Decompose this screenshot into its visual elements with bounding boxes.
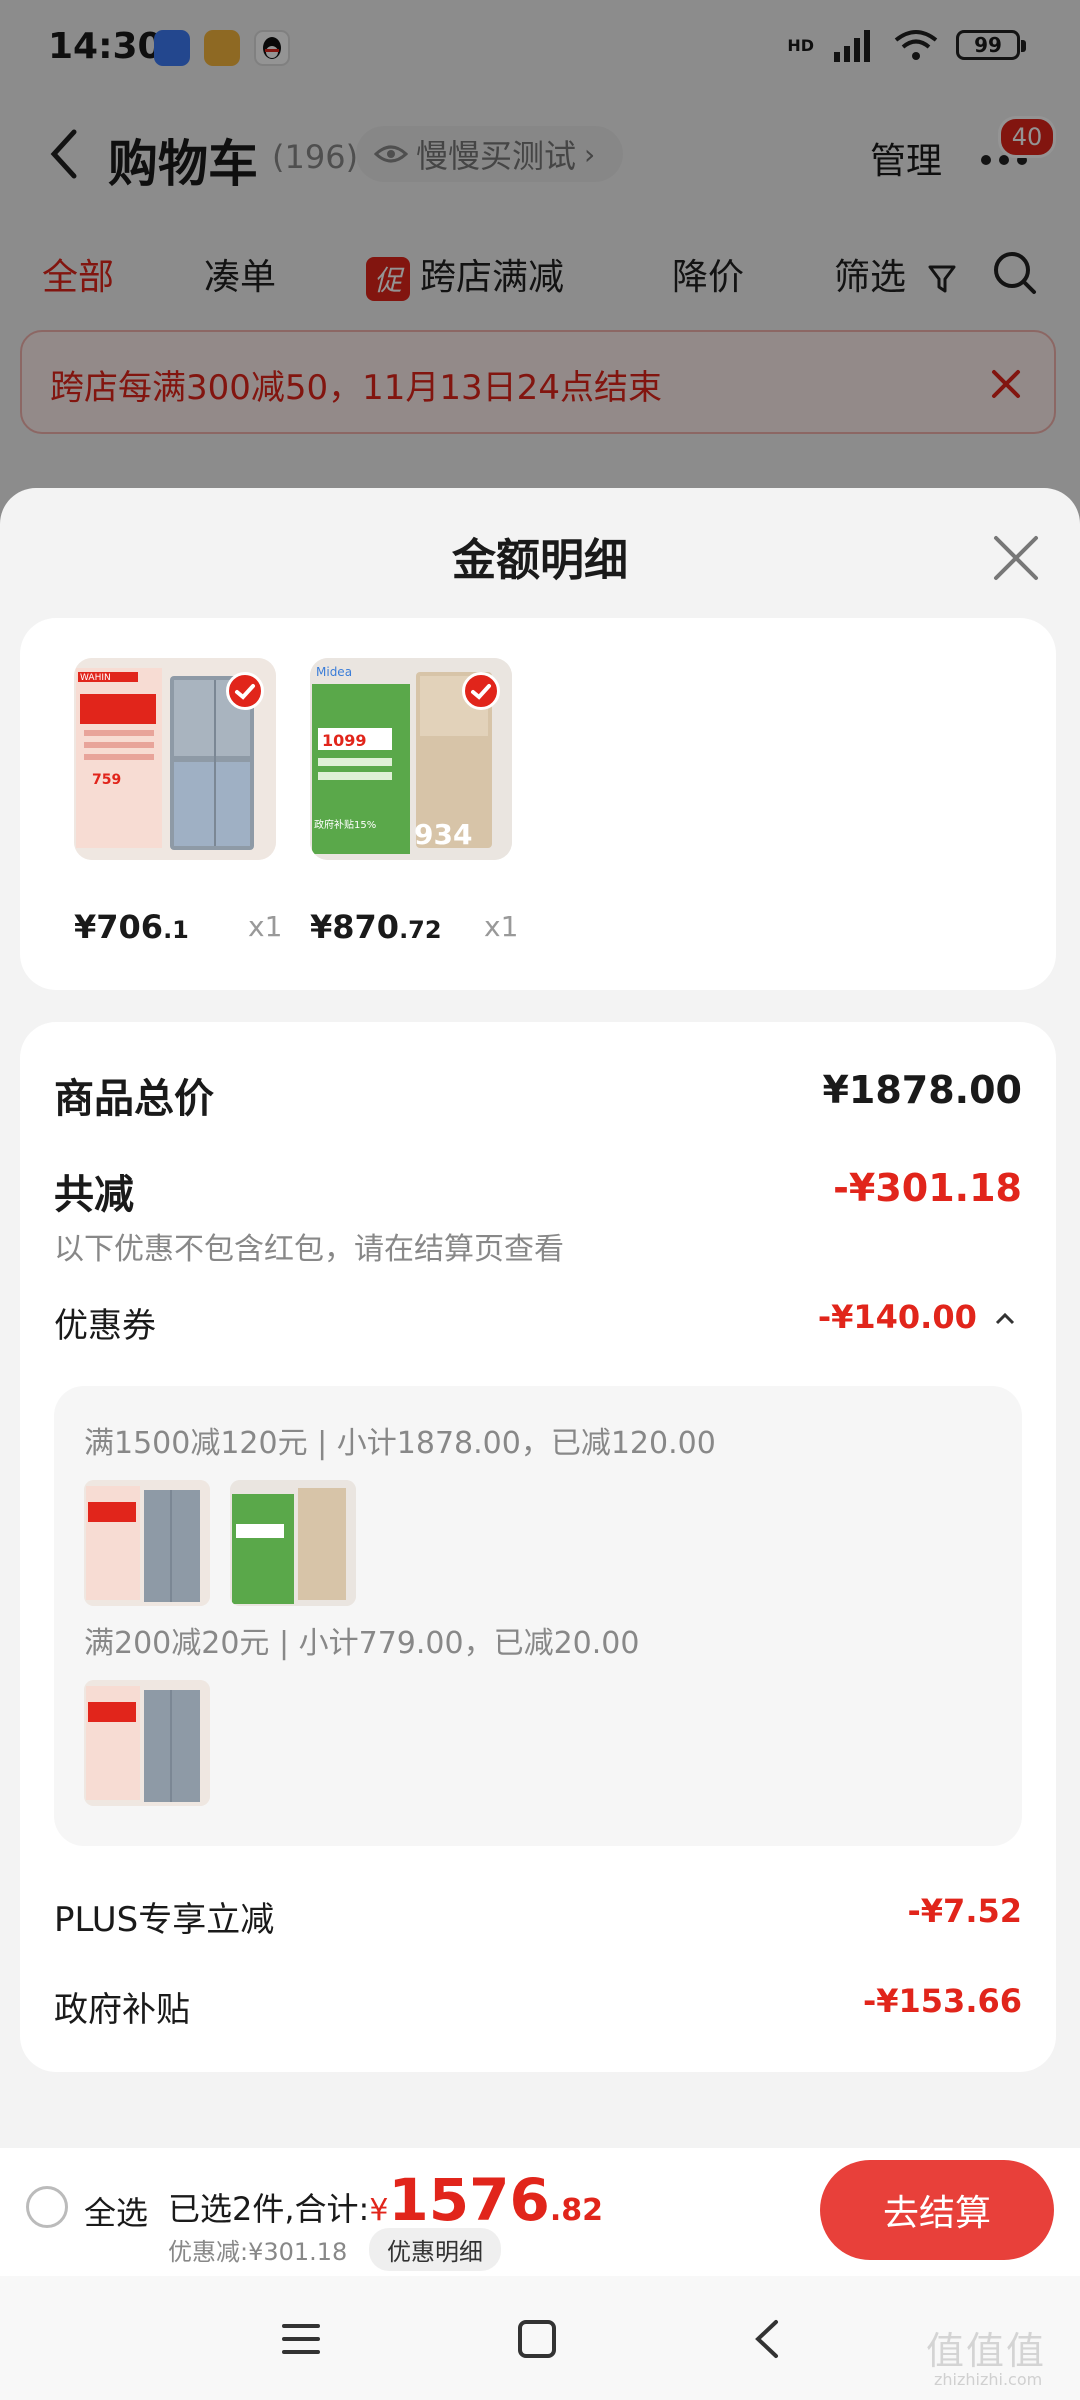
product-brand-label: Midea (316, 665, 352, 679)
total-amount-integer: 1576 (388, 2166, 550, 2234)
sheet-title: 金额明细 (452, 535, 628, 586)
coupon-value-toggle[interactable]: -¥140.00 (818, 1298, 1016, 1336)
watermark-url: zhizhizhi.com (934, 2370, 1043, 2389)
coupon-label: 优惠券 (54, 1306, 156, 1346)
close-icon[interactable] (990, 532, 1042, 584)
select-all-label[interactable]: 全选 (84, 2188, 148, 2234)
coupon-value: -¥140.00 (817, 1298, 977, 1336)
coupon-product-thumb (230, 1480, 356, 1606)
product-brand-label: WAHIN (80, 673, 111, 683)
selected-count-text: 已选2件,合计: (168, 2190, 370, 2228)
menu-icon[interactable] (276, 2316, 326, 2362)
product-quantity: x1 (248, 910, 283, 943)
total-price-value: ¥1878.00 (822, 1068, 1022, 1112)
discount-total-label: 共减 (54, 1172, 134, 1218)
gov-subsidy-label: 政府补贴 (54, 1990, 190, 2030)
coupon-details: 满1500减120元 | 小计1878.00，已减120.00 满200减20元… (54, 1386, 1022, 1846)
plus-discount-value: -¥7.52 (907, 1892, 1023, 1930)
selected-summary: 已选2件,合计:¥1576.82 (168, 2166, 603, 2234)
gov-subsidy-value: -¥153.66 (862, 1982, 1022, 2020)
product-price-main: ¥870 (310, 908, 400, 946)
checkout-bar: 全选 已选2件,合计:¥1576.82 优惠减:¥301.18 优惠明细 去结算 (0, 2148, 1080, 2276)
checkout-button[interactable]: 去结算 (820, 2160, 1054, 2260)
coupon-product-thumb (84, 1680, 210, 1806)
product-price-decimal: .72 (399, 916, 442, 944)
fridge-thumbnail (230, 1480, 356, 1606)
fridge-thumbnail (84, 1680, 210, 1806)
thumb-wahin-price: 759 (92, 772, 121, 788)
thumb-midea-subsidy: 政府补贴15% (314, 818, 376, 831)
product-price: ¥870.72 (310, 908, 442, 946)
product-quantity: x1 (484, 910, 519, 943)
back-icon[interactable] (744, 2316, 794, 2362)
thumb-midea-promo: 1099 (322, 731, 367, 750)
thumb-midea-price: 934 (414, 818, 472, 851)
discount-total-value: -¥301.18 (833, 1166, 1022, 1210)
discount-line: 优惠减:¥301.18 优惠明细 (168, 2228, 501, 2271)
coupon-rule: 满200减20元 | 小计779.00，已减20.00 (84, 1626, 640, 1661)
discount-detail-button[interactable]: 优惠明细 (368, 2228, 501, 2271)
fridge-thumbnail (84, 1480, 210, 1606)
product-image-midea[interactable]: Midea 1099 政府补贴15% 934 (310, 658, 512, 860)
total-amount-decimal: .82 (549, 2193, 604, 2228)
product-price: ¥706.1 (74, 908, 189, 946)
product-price-main: ¥706 (74, 908, 164, 946)
discount-summary: 优惠减:¥301.18 (168, 2238, 348, 2266)
amount-detail-sheet: 金额明细 WAHIN 759 Midea 1099 政府补贴15% 934 ¥7… (0, 488, 1080, 2148)
select-all-radio[interactable] (26, 2186, 68, 2228)
total-price-label: 商品总价 (54, 1076, 214, 1122)
selected-check-icon (462, 672, 500, 710)
plus-discount-label: PLUS专享立减 (54, 1900, 275, 1940)
coupon-rule: 满1500减120元 | 小计1878.00，已减120.00 (84, 1426, 716, 1461)
selected-check-icon (226, 672, 264, 710)
home-icon[interactable] (512, 2316, 562, 2362)
watermark-logo: 值值值 (926, 2329, 1047, 2373)
product-image-wahin[interactable]: WAHIN 759 (74, 658, 276, 860)
system-navigation-bar (0, 2276, 1080, 2400)
coupon-product-thumb (84, 1480, 210, 1606)
selected-products-card: WAHIN 759 Midea 1099 政府补贴15% 934 ¥706.1 … (20, 618, 1056, 990)
chevron-up-icon (995, 1312, 1015, 1325)
total-currency: ¥ (369, 2193, 389, 2228)
price-summary-card: 商品总价 ¥1878.00 共减 -¥301.18 以下优惠不包含红包，请在结算… (20, 1022, 1056, 2072)
discount-note: 以下优惠不包含红包，请在结算页查看 (54, 1232, 564, 1267)
product-price-decimal: .1 (163, 916, 189, 944)
